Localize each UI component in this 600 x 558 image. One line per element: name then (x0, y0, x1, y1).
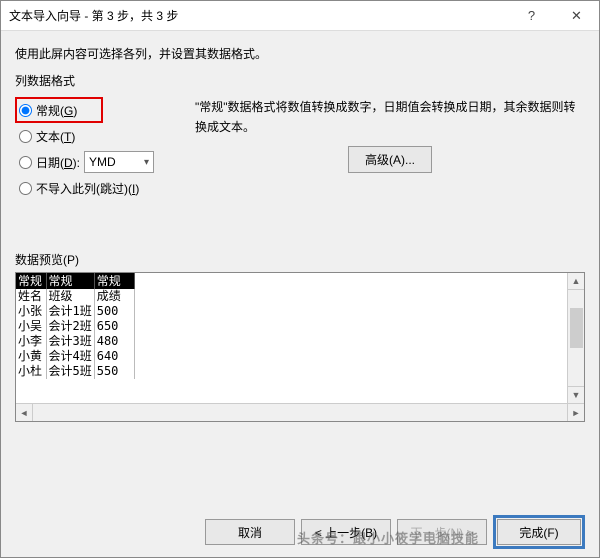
table-cell: 500 (94, 304, 134, 319)
column-format-group: 列数据格式 常规(G) 文本(T) (15, 72, 585, 201)
format-radio-list: 常规(G) 文本(T) 日期(D): (15, 91, 185, 201)
chevron-down-icon: ▾ (144, 157, 149, 168)
radio-skip[interactable] (19, 182, 32, 195)
table-row: 小李会计3班480 (16, 334, 134, 349)
scroll-up-icon[interactable]: ▲ (568, 273, 584, 290)
table-cell: 姓名 (16, 289, 46, 304)
table-cell: 会计2班 (46, 319, 94, 334)
table-row: 小杜会计5班550 (16, 364, 134, 379)
table-cell: 小杜 (16, 364, 46, 379)
date-format-value: YMD (89, 155, 116, 169)
table-cell: 550 (94, 364, 134, 379)
table-cell: 小黄 (16, 349, 46, 364)
next-button[interactable]: 下一步(N) > (397, 519, 487, 545)
table-cell: 480 (94, 334, 134, 349)
close-button[interactable]: ✕ (554, 1, 599, 31)
scroll-thumb[interactable] (570, 308, 583, 348)
radio-text[interactable] (19, 130, 32, 143)
format-description-area: "常规"数据格式将数值转换成数字，日期值会转换成日期，其余数据则转换成文本。 高… (185, 91, 585, 173)
radio-skip-label[interactable]: 不导入此列(跳过)(I) (36, 180, 139, 197)
intro-text: 使用此屏内容可选择各列，并设置其数据格式。 (15, 45, 585, 62)
preview-content: 常规常规常规姓名班级成绩小张会计1班500小吴会计2班650小李会计3班480小… (16, 273, 567, 403)
table-cell: 成绩 (94, 289, 134, 304)
preview-header[interactable]: 常规 (16, 273, 46, 289)
table-cell: 小李 (16, 334, 46, 349)
table-row: 小张会计1班500 (16, 304, 134, 319)
radio-general-highlight: 常规(G) (15, 97, 103, 123)
column-format-legend: 列数据格式 (15, 72, 585, 89)
table-row: 姓名班级成绩 (16, 289, 134, 304)
table-cell: 会计5班 (46, 364, 94, 379)
table-cell: 会计1班 (46, 304, 94, 319)
table-cell: 650 (94, 319, 134, 334)
table-row: 小吴会计2班650 (16, 319, 134, 334)
preview-vertical-scrollbar[interactable]: ▲ ▼ (567, 273, 584, 403)
table-cell: 640 (94, 349, 134, 364)
radio-general[interactable] (19, 104, 32, 117)
radio-date-row: 日期(D): YMD ▾ (15, 149, 185, 175)
table-cell: 小吴 (16, 319, 46, 334)
finish-highlight: 完成(F) (493, 515, 585, 549)
radio-date-label[interactable]: 日期(D): (36, 154, 80, 171)
radio-text-row: 文本(T) (15, 123, 185, 149)
help-button[interactable]: ? (509, 1, 554, 31)
preview-header[interactable]: 常规 (94, 273, 134, 289)
text-import-wizard-dialog: 文本导入向导 - 第 3 步，共 3 步 ? ✕ 使用此屏内容可选择各列，并设置… (0, 0, 600, 558)
preview-legend: 数据预览(P) (15, 251, 585, 268)
preview-table: 常规常规常规姓名班级成绩小张会计1班500小吴会计2班650小李会计3班480小… (16, 273, 135, 379)
dialog-footer: 取消 < 上一步(B) 下一步(N) > 完成(F) 头条号：跟小小筱学电脑技能 (1, 507, 599, 557)
titlebar: 文本导入向导 - 第 3 步，共 3 步 ? ✕ (1, 1, 599, 31)
advanced-button[interactable]: 高级(A)... (348, 146, 432, 173)
radio-skip-row: 不导入此列(跳过)(I) (15, 175, 185, 201)
table-cell: 会计4班 (46, 349, 94, 364)
date-format-select[interactable]: YMD ▾ (84, 151, 154, 173)
scroll-right-icon[interactable]: ► (567, 404, 584, 421)
radio-date[interactable] (19, 156, 32, 169)
scroll-down-icon[interactable]: ▼ (568, 386, 584, 403)
dialog-body: 使用此屏内容可选择各列，并设置其数据格式。 列数据格式 常规(G) 文本(T) (1, 31, 599, 507)
table-cell: 班级 (46, 289, 94, 304)
data-preview-box: 常规常规常规姓名班级成绩小张会计1班500小吴会计2班650小李会计3班480小… (15, 272, 585, 422)
cancel-button[interactable]: 取消 (205, 519, 295, 545)
radio-general-label[interactable]: 常规(G) (36, 102, 77, 119)
dialog-title: 文本导入向导 - 第 3 步，共 3 步 (1, 7, 509, 24)
table-cell: 小张 (16, 304, 46, 319)
scroll-left-icon[interactable]: ◄ (16, 404, 33, 421)
back-button[interactable]: < 上一步(B) (301, 519, 391, 545)
preview-horizontal-scrollbar[interactable]: ◄ ► (16, 404, 584, 421)
preview-header[interactable]: 常规 (46, 273, 94, 289)
table-cell: 会计3班 (46, 334, 94, 349)
table-row: 小黄会计4班640 (16, 349, 134, 364)
radio-text-label[interactable]: 文本(T) (36, 128, 75, 145)
format-description: "常规"数据格式将数值转换成数字，日期值会转换成日期，其余数据则转换成文本。 (195, 97, 585, 138)
finish-button[interactable]: 完成(F) (497, 519, 581, 545)
